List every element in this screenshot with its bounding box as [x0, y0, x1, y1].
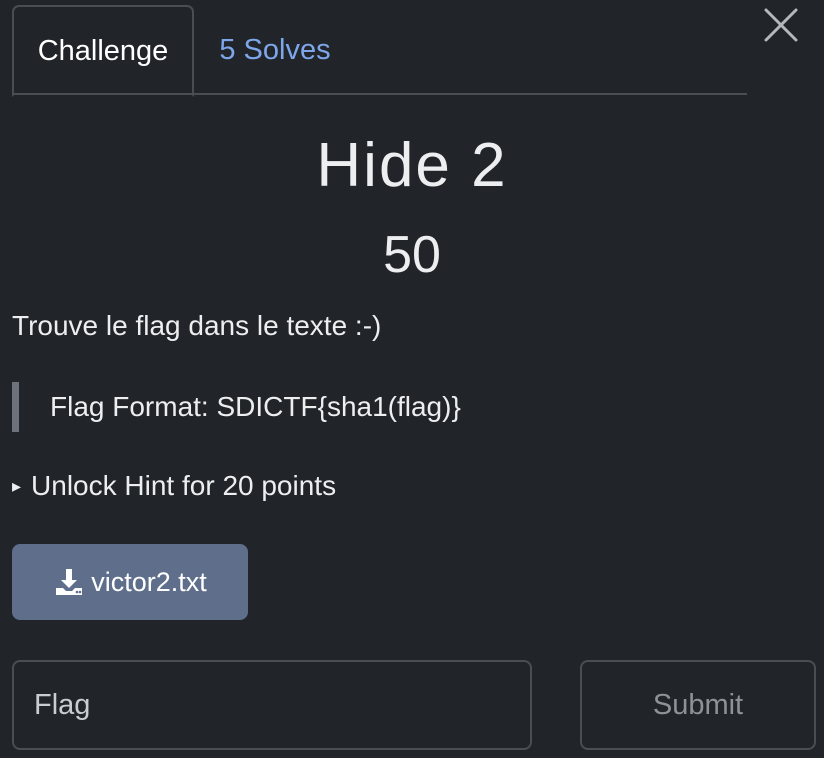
tab-bar: Challenge 5 Solves	[12, 5, 747, 97]
challenge-modal: Challenge 5 Solves Hide 2 50 Trouve le f…	[0, 0, 824, 758]
disclosure-triangle-icon: ▸	[12, 475, 22, 496]
close-button[interactable]	[762, 6, 800, 44]
file-name: victor2.txt	[91, 566, 207, 597]
tab-challenge-label: Challenge	[37, 34, 169, 67]
challenge-description: Trouve le flag dans le texte :-)	[12, 310, 382, 341]
flag-format-text: Flag Format: SDICTF{sha1(flag)}	[50, 391, 461, 422]
download-file-button[interactable]: victor2.txt	[12, 544, 248, 620]
unlock-hint-toggle[interactable]: ▸ Unlock Hint for 20 points	[12, 470, 336, 502]
close-icon	[764, 8, 798, 42]
tab-solves-label: 5 Solves	[219, 33, 331, 66]
unlock-hint-label: Unlock Hint for 20 points	[31, 470, 337, 501]
challenge-value: 50	[383, 226, 441, 284]
flag-format-blockquote: Flag Format: SDICTF{sha1(flag)}	[12, 382, 461, 432]
tab-challenge[interactable]: Challenge	[12, 5, 194, 97]
tab-solves[interactable]: 5 Solves	[206, 5, 344, 95]
flag-input[interactable]	[12, 660, 532, 750]
submit-button[interactable]: Submit	[580, 660, 816, 750]
download-icon	[56, 569, 83, 595]
challenge-name: Hide 2	[316, 131, 508, 200]
